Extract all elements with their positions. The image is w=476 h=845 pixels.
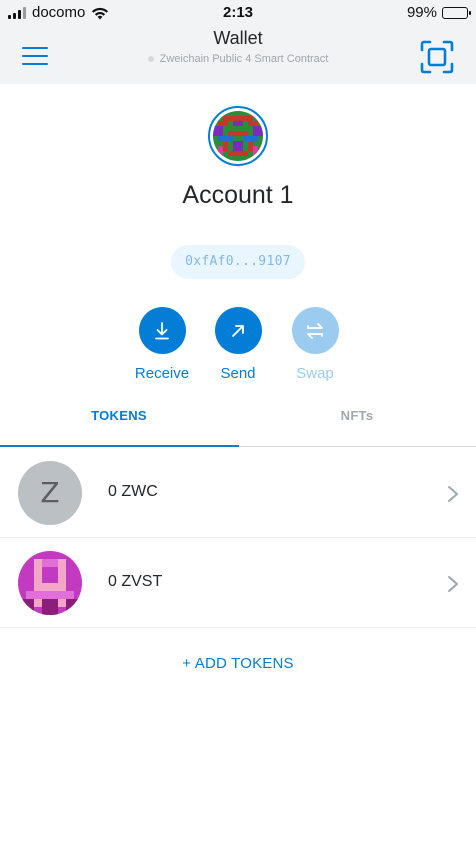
network-dot-icon [147, 56, 154, 62]
network-name: Zweichain Public 4 Smart Contract [159, 53, 329, 65]
swap-button[interactable]: Swap [280, 307, 350, 382]
receive-button[interactable]: Receive [127, 307, 197, 382]
token-pixel-identicon [18, 551, 82, 615]
swap-circle[interactable] [291, 307, 339, 354]
tab-tokens[interactable]: TOKENS [0, 397, 238, 447]
account-name[interactable]: Account 1 [0, 181, 476, 210]
app-header: docomo 2:13 99% Wallet Zweichain Public … [0, 0, 476, 84]
tab-nfts[interactable]: NFTs [238, 397, 476, 447]
token-balance: 0 ZWC [108, 483, 158, 500]
qr-scan-icon[interactable] [420, 40, 454, 74]
download-arrow-icon [155, 321, 169, 339]
network-indicator[interactable]: Zweichain Public 4 Smart Contract [0, 53, 476, 65]
swap-label: Swap [296, 365, 334, 382]
send-label: Send [220, 365, 256, 382]
account-address[interactable]: 0xfAf0...9107 [171, 245, 305, 279]
chevron-right-icon [448, 576, 458, 592]
account-avatar[interactable] [208, 106, 268, 166]
receive-circle[interactable] [138, 307, 186, 354]
add-tokens-link[interactable]: + ADD TOKENS [0, 655, 476, 672]
battery-percent: 99% [406, 4, 437, 21]
send-button[interactable]: Send [203, 307, 273, 382]
swap-arrows-icon [307, 322, 323, 339]
receive-label: Receive [134, 365, 190, 382]
token-balance: 0 ZVST [108, 573, 163, 590]
identicon-avatar [213, 111, 263, 161]
status-time: 2:13 [222, 4, 254, 21]
token-row-zwc[interactable]: Z 0 ZWC [0, 448, 476, 538]
chevron-right-icon [448, 486, 458, 502]
wallet-actions: Receive Send Swap [0, 307, 476, 387]
battery-icon [442, 6, 471, 19]
token-row-zvst[interactable]: 0 ZVST [0, 538, 476, 628]
send-circle[interactable] [214, 307, 262, 354]
status-right: 99% [406, 4, 471, 21]
diagonal-arrow-icon [232, 324, 244, 337]
token-letter-avatar: Z [18, 461, 82, 525]
asset-tabs: TOKENS NFTs [0, 397, 476, 447]
status-bar: docomo 2:13 99% [0, 0, 476, 26]
page-title: Wallet [213, 28, 263, 48]
active-tab-indicator [0, 445, 239, 447]
pixel-identicon [18, 551, 82, 615]
